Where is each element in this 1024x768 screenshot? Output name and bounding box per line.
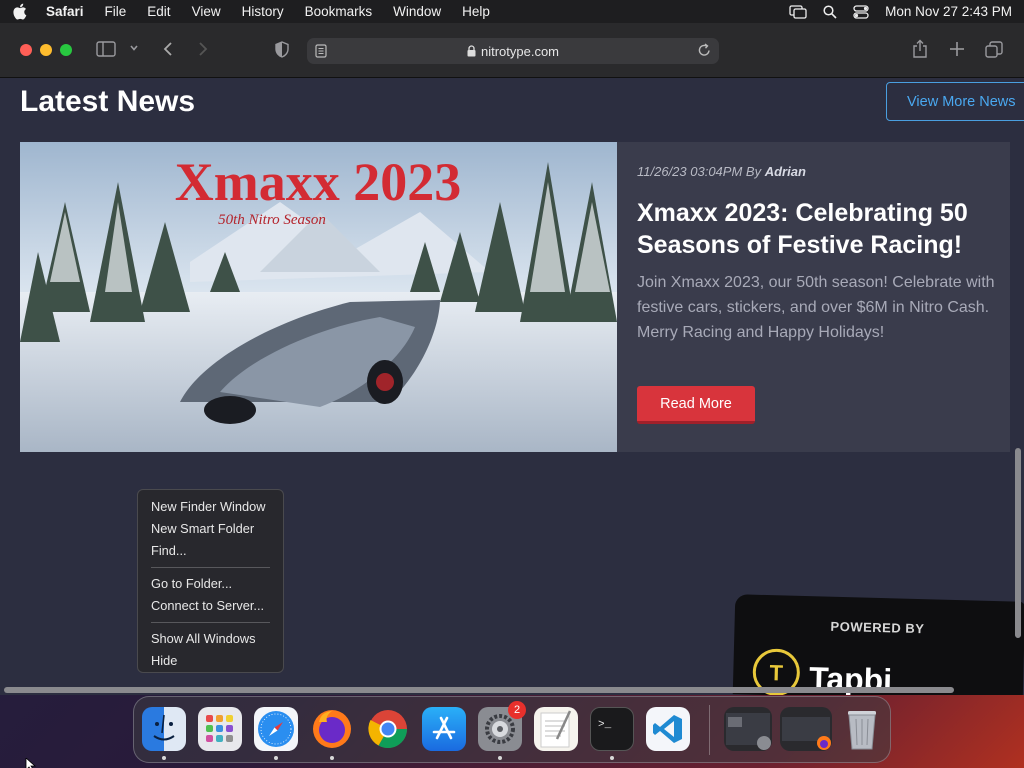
menu-window[interactable]: Window bbox=[393, 4, 441, 19]
control-center-icon[interactable] bbox=[853, 4, 869, 19]
zoom-window-button[interactable] bbox=[60, 44, 72, 56]
reload-icon[interactable] bbox=[698, 43, 711, 60]
menubar-clock[interactable]: Mon Nov 27 2:43 PM bbox=[885, 4, 1012, 19]
minimize-window-button[interactable] bbox=[40, 44, 52, 56]
hero-image-title: Xmaxx 2023 bbox=[175, 152, 461, 212]
reader-view-icon[interactable] bbox=[315, 44, 327, 61]
app-store-app-icon[interactable] bbox=[422, 707, 466, 751]
menu-bar: Safari File Edit View History Bookmarks … bbox=[0, 0, 1024, 23]
article-description: Join Xmaxx 2023, our 50th season! Celebr… bbox=[637, 274, 995, 341]
dock: 2 >_ bbox=[133, 696, 891, 763]
article-author[interactable]: Adrian bbox=[765, 164, 806, 179]
menu-file[interactable]: File bbox=[105, 4, 127, 19]
mouse-cursor-icon bbox=[25, 758, 37, 768]
chevron-down-icon[interactable] bbox=[129, 43, 139, 53]
running-indicator bbox=[274, 756, 278, 760]
safari-app-icon[interactable] bbox=[254, 707, 298, 751]
menu-safari[interactable]: Safari bbox=[46, 4, 84, 19]
news-card: Xmaxx 2023 50th Nitro Season 11/26/23 03… bbox=[20, 142, 1010, 452]
menu-item-hide[interactable]: Hide bbox=[138, 650, 283, 672]
search-icon[interactable] bbox=[823, 4, 837, 19]
running-indicator bbox=[498, 756, 502, 760]
notification-badge: 2 bbox=[508, 701, 526, 719]
menu-item-new-finder-window[interactable]: New Finder Window bbox=[138, 496, 283, 518]
article-by-label: By bbox=[745, 164, 762, 179]
url-text[interactable]: nitrotype.com bbox=[481, 44, 559, 59]
powered-by-badge[interactable]: POWERED BY T Tapbi bbox=[732, 594, 1024, 695]
tab-overview-icon[interactable] bbox=[985, 41, 1003, 58]
terminal-app-icon[interactable]: >_ bbox=[590, 707, 634, 751]
vertical-scrollbar[interactable] bbox=[1015, 448, 1021, 638]
menu-view[interactable]: View bbox=[192, 4, 221, 19]
dock-separator bbox=[709, 705, 710, 755]
running-indicator bbox=[162, 756, 166, 760]
privacy-shield-icon[interactable] bbox=[274, 41, 290, 58]
new-tab-icon[interactable] bbox=[949, 41, 965, 57]
article-date: 11/26/23 03:04PM bbox=[637, 164, 743, 179]
article-meta: 11/26/23 03:04PM By Adrian bbox=[637, 164, 806, 179]
menu-separator bbox=[151, 567, 270, 568]
article-hero-image[interactable]: Xmaxx 2023 50th Nitro Season bbox=[20, 142, 617, 452]
lock-icon bbox=[467, 45, 476, 57]
window-controls bbox=[20, 44, 72, 56]
horizontal-scrollbar[interactable] bbox=[4, 687, 954, 693]
running-indicator bbox=[330, 756, 334, 760]
screen-mirroring-icon[interactable] bbox=[789, 4, 807, 19]
menu-bookmarks[interactable]: Bookmarks bbox=[305, 4, 373, 19]
view-more-news-button[interactable]: View More News bbox=[886, 82, 1024, 121]
menu-item-connect-to-server[interactable]: Connect to Server... bbox=[138, 595, 283, 617]
menu-separator bbox=[151, 622, 270, 623]
vscode-app-icon[interactable] bbox=[646, 707, 690, 751]
chrome-app-icon[interactable] bbox=[366, 707, 410, 751]
finder-app-icon[interactable] bbox=[142, 707, 186, 751]
minimized-window-thumbnail[interactable] bbox=[724, 707, 772, 751]
menu-help[interactable]: Help bbox=[462, 4, 490, 19]
section-title: Latest News bbox=[20, 85, 196, 118]
forward-arrow-icon[interactable] bbox=[197, 41, 209, 57]
back-arrow-icon[interactable] bbox=[162, 41, 174, 57]
textedit-app-icon[interactable] bbox=[534, 707, 578, 751]
svg-text:>_: >_ bbox=[598, 719, 612, 731]
address-bar[interactable]: nitrotype.com bbox=[307, 38, 719, 64]
trash-icon[interactable] bbox=[840, 707, 884, 751]
browser-toolbar: nitrotype.com bbox=[0, 23, 1024, 78]
close-window-button[interactable] bbox=[20, 44, 32, 56]
launchpad-app-icon[interactable] bbox=[198, 707, 242, 751]
menu-item-find[interactable]: Find... bbox=[138, 540, 283, 562]
share-icon[interactable] bbox=[912, 39, 928, 59]
running-indicator bbox=[610, 756, 614, 760]
svg-text:T: T bbox=[769, 660, 784, 685]
powered-by-label: POWERED BY bbox=[830, 618, 925, 637]
article-title[interactable]: Xmaxx 2023: Celebrating 50 Seasons of Fe… bbox=[637, 197, 1017, 261]
apple-menu-icon[interactable] bbox=[12, 3, 32, 20]
hero-image-subtitle: 50th Nitro Season bbox=[218, 212, 326, 228]
menu-history[interactable]: History bbox=[242, 4, 284, 19]
finder-context-menu: New Finder Window New Smart Folder Find.… bbox=[137, 489, 284, 673]
menu-item-go-to-folder[interactable]: Go to Folder... bbox=[138, 573, 283, 595]
sidebar-toggle-icon[interactable] bbox=[96, 41, 116, 57]
minimized-window-thumbnail[interactable] bbox=[780, 707, 832, 751]
menu-item-show-all-windows[interactable]: Show All Windows bbox=[138, 628, 283, 650]
menu-edit[interactable]: Edit bbox=[147, 4, 170, 19]
firefox-app-icon[interactable] bbox=[310, 707, 354, 751]
read-more-button[interactable]: Read More bbox=[637, 386, 755, 424]
menu-item-new-smart-folder[interactable]: New Smart Folder bbox=[138, 518, 283, 540]
